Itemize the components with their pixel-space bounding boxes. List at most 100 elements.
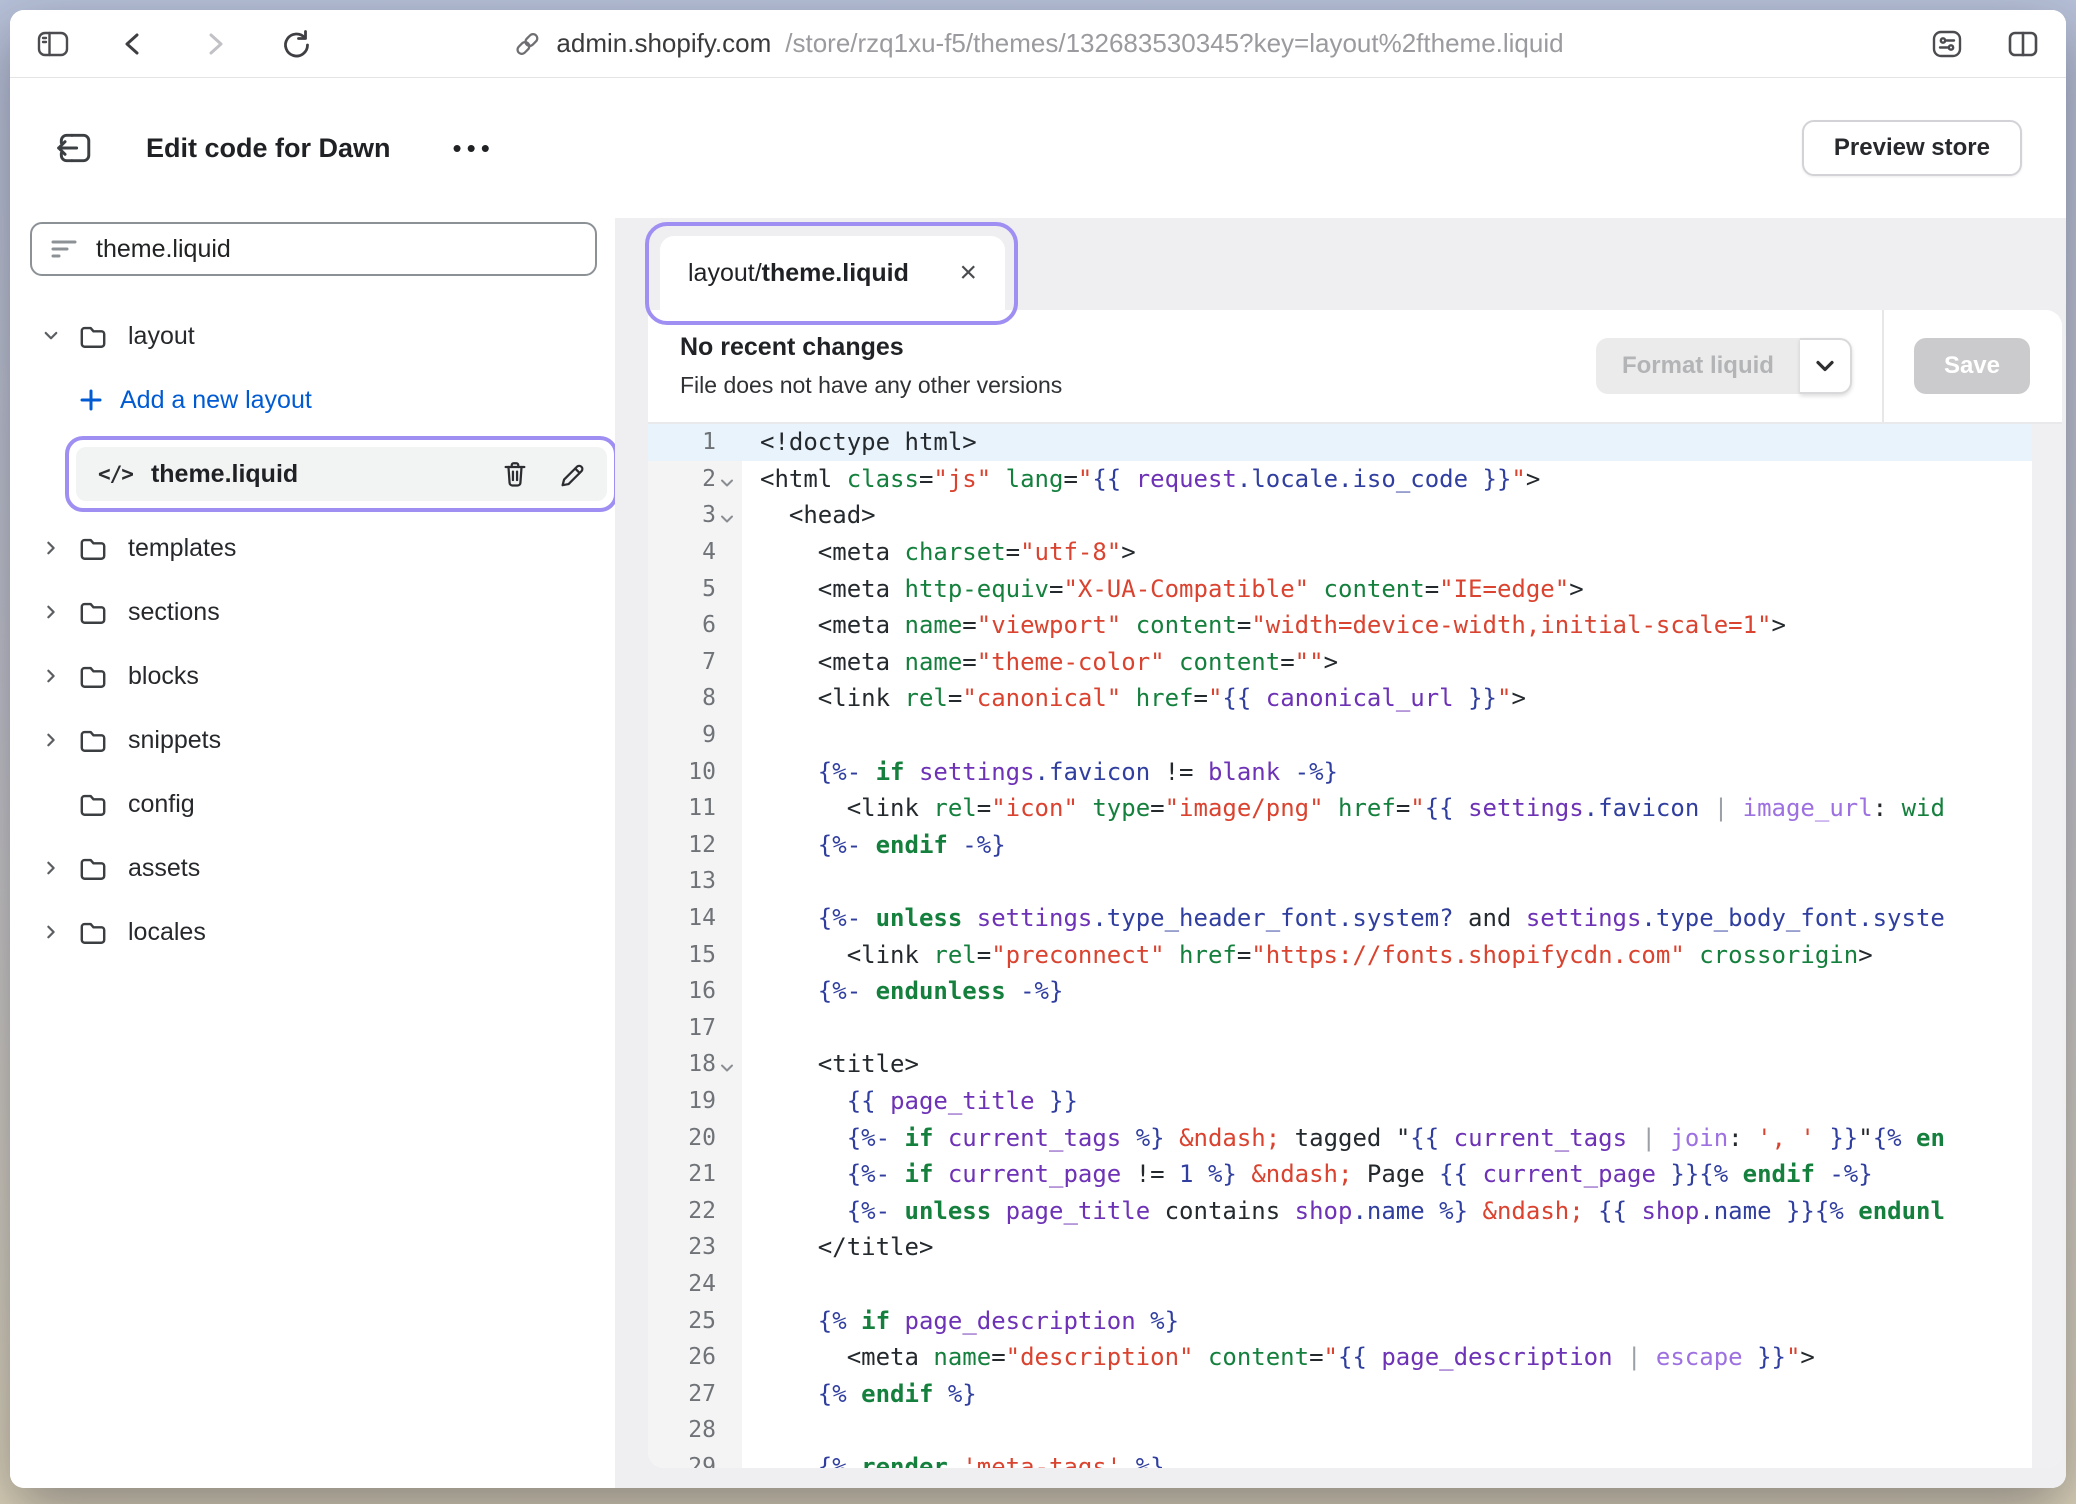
editor-code[interactable]: <!doctype html><html class="js" lang="{{… (742, 424, 2032, 1468)
code-line-2[interactable]: <html class="js" lang="{{ request.locale… (742, 461, 2032, 498)
line-number-24[interactable]: 24 (648, 1266, 742, 1303)
sidebar-item-locales[interactable]: locales (30, 904, 597, 960)
code-line-14[interactable]: {%- unless settings.type_header_font.sys… (742, 900, 2032, 937)
chevron-down-icon (1814, 358, 1836, 374)
url-bar[interactable]: admin.shopify.com/store/rzq1xu-f5/themes… (512, 28, 1563, 59)
editor-scrollbar[interactable] (2032, 424, 2062, 1468)
code-line-10[interactable]: {%- if settings.favicon != blank -%} (742, 753, 2032, 790)
line-number-3[interactable]: 3 (648, 497, 742, 534)
chevron-right-icon[interactable] (38, 664, 64, 688)
line-number-14[interactable]: 14 (648, 900, 742, 937)
line-number-8[interactable]: 8 (648, 680, 742, 717)
code-line-6[interactable]: <meta name="viewport" content="width=dev… (742, 607, 2032, 644)
line-number-26[interactable]: 26 (648, 1339, 742, 1376)
line-number-12[interactable]: 12 (648, 827, 742, 864)
code-line-17[interactable] (742, 1010, 2032, 1047)
back-button-icon[interactable] (118, 28, 150, 60)
exit-editor-icon[interactable] (54, 129, 94, 167)
line-number-7[interactable]: 7 (648, 644, 742, 681)
code-line-28[interactable] (742, 1412, 2032, 1449)
code-line-24[interactable] (742, 1266, 2032, 1303)
sidebar-item-add-a-new-layout[interactable]: Add a new layout (30, 372, 597, 428)
line-number-19[interactable]: 19 (648, 1083, 742, 1120)
reload-button-icon[interactable] (278, 27, 312, 61)
preview-store-button[interactable]: Preview store (1802, 120, 2022, 176)
code-line-21[interactable]: {%- if current_page != 1 %} &ndash; Page… (742, 1156, 2032, 1193)
chevron-right-icon[interactable] (38, 536, 64, 560)
line-number-9[interactable]: 9 (648, 717, 742, 754)
fold-toggle-icon[interactable] (716, 1063, 738, 1073)
code-line-18[interactable]: <title> (742, 1046, 2032, 1083)
line-number-15[interactable]: 15 (648, 936, 742, 973)
line-number-21[interactable]: 21 (648, 1156, 742, 1193)
tab-layout-theme-liquid[interactable]: layout/theme.liquid × (660, 236, 1005, 310)
line-number-29[interactable]: 29 (648, 1449, 742, 1468)
sidebar-item-config[interactable]: config (30, 776, 597, 832)
line-number-16[interactable]: 16 (648, 973, 742, 1010)
code-line-7[interactable]: <meta name="theme-color" content=""> (742, 644, 2032, 681)
chevron-right-icon[interactable] (38, 728, 64, 752)
save-button[interactable]: Save (1914, 338, 2030, 394)
sidebar-item-templates[interactable]: templates (30, 520, 597, 576)
line-number-18[interactable]: 18 (648, 1046, 742, 1083)
line-number-20[interactable]: 20 (648, 1119, 742, 1156)
overflow-menu-button[interactable]: ••• (453, 133, 495, 164)
code-line-4[interactable]: <meta charset="utf-8"> (742, 534, 2032, 571)
code-line-1[interactable]: <!doctype html> (742, 424, 2032, 461)
code-line-12[interactable]: {%- endif -%} (742, 827, 2032, 864)
line-number-17[interactable]: 17 (648, 1010, 742, 1047)
line-number-25[interactable]: 25 (648, 1302, 742, 1339)
code-line-23[interactable]: </title> (742, 1229, 2032, 1266)
line-number-28[interactable]: 28 (648, 1412, 742, 1449)
code-line-16[interactable]: {%- endunless -%} (742, 973, 2032, 1010)
split-view-icon[interactable] (2006, 28, 2040, 60)
code-line-13[interactable] (742, 863, 2032, 900)
sidebar-item-sections[interactable]: sections (30, 584, 597, 640)
sidebar-item-blocks[interactable]: blocks (30, 648, 597, 704)
sidebar-item-theme-liquid[interactable]: </>theme.liquid (76, 447, 607, 501)
code-line-9[interactable] (742, 717, 2032, 754)
code-line-26[interactable]: <meta name="description" content="{{ pag… (742, 1339, 2032, 1376)
code-line-25[interactable]: {% if page_description %} (742, 1302, 2032, 1339)
code-line-19[interactable]: {{ page_title }} (742, 1083, 2032, 1120)
code-line-3[interactable]: <head> (742, 497, 2032, 534)
folder-label: assets (128, 854, 200, 883)
code-line-20[interactable]: {%- if current_tags %} &ndash; tagged "{… (742, 1119, 2032, 1156)
sidebar-item-layout[interactable]: layout (30, 308, 597, 364)
forward-button-icon[interactable] (198, 28, 230, 60)
format-liquid-dropdown[interactable] (1800, 338, 1852, 394)
sidebar-toggle-icon[interactable] (36, 28, 70, 60)
code-line-29[interactable]: {% render 'meta-tags' %} (742, 1449, 2032, 1468)
code-line-5[interactable]: <meta http-equiv="X-UA-Compatible" conte… (742, 570, 2032, 607)
fold-toggle-icon[interactable] (716, 478, 738, 488)
line-number-11[interactable]: 11 (648, 790, 742, 827)
code-line-11[interactable]: <link rel="icon" type="image/png" href="… (742, 790, 2032, 827)
line-number-10[interactable]: 10 (648, 753, 742, 790)
chevron-right-icon[interactable] (38, 920, 64, 944)
chevron-right-icon[interactable] (38, 600, 64, 624)
line-number-23[interactable]: 23 (648, 1229, 742, 1266)
line-number-27[interactable]: 27 (648, 1375, 742, 1412)
line-number-6[interactable]: 6 (648, 607, 742, 644)
line-number-13[interactable]: 13 (648, 863, 742, 900)
page-settings-icon[interactable] (1930, 28, 1964, 60)
chevron-right-icon[interactable] (38, 856, 64, 880)
line-number-4[interactable]: 4 (648, 534, 742, 571)
line-number-2[interactable]: 2 (648, 461, 742, 498)
fold-toggle-icon[interactable] (716, 514, 738, 524)
line-number-1[interactable]: 1 (648, 424, 742, 461)
line-number-5[interactable]: 5 (648, 570, 742, 607)
sidebar-item-snippets[interactable]: snippets (30, 712, 597, 768)
format-liquid-button[interactable]: Format liquid (1596, 338, 1800, 394)
file-filter-input[interactable]: theme.liquid (30, 222, 597, 276)
sidebar-item-assets[interactable]: assets (30, 840, 597, 896)
tab-close-icon[interactable]: × (959, 258, 977, 288)
delete-file-icon[interactable] (501, 459, 529, 489)
rename-file-icon[interactable] (557, 460, 585, 488)
code-line-22[interactable]: {%- unless page_title contains shop.name… (742, 1192, 2032, 1229)
line-number-22[interactable]: 22 (648, 1192, 742, 1229)
code-line-8[interactable]: <link rel="canonical" href="{{ canonical… (742, 680, 2032, 717)
code-line-15[interactable]: <link rel="preconnect" href="https://fon… (742, 936, 2032, 973)
chevron-down-icon[interactable] (38, 324, 64, 348)
code-line-27[interactable]: {% endif %} (742, 1375, 2032, 1412)
